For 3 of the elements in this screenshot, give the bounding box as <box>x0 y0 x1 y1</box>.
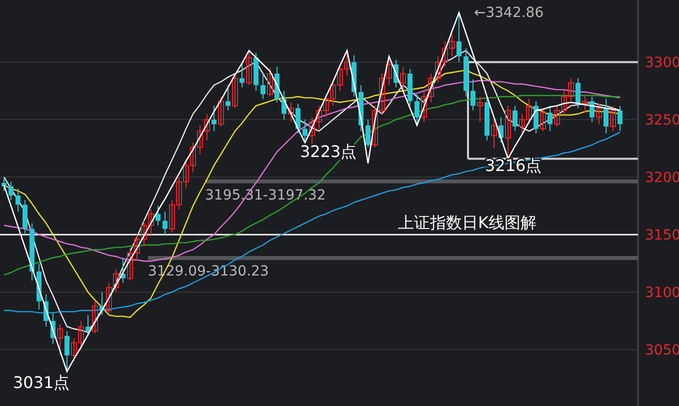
chart-title: 上证指数日K线图解 <box>398 213 536 232</box>
chart-annotation: ←3342.86 <box>474 5 544 21</box>
chart-annotation: 3031点 <box>13 373 70 392</box>
